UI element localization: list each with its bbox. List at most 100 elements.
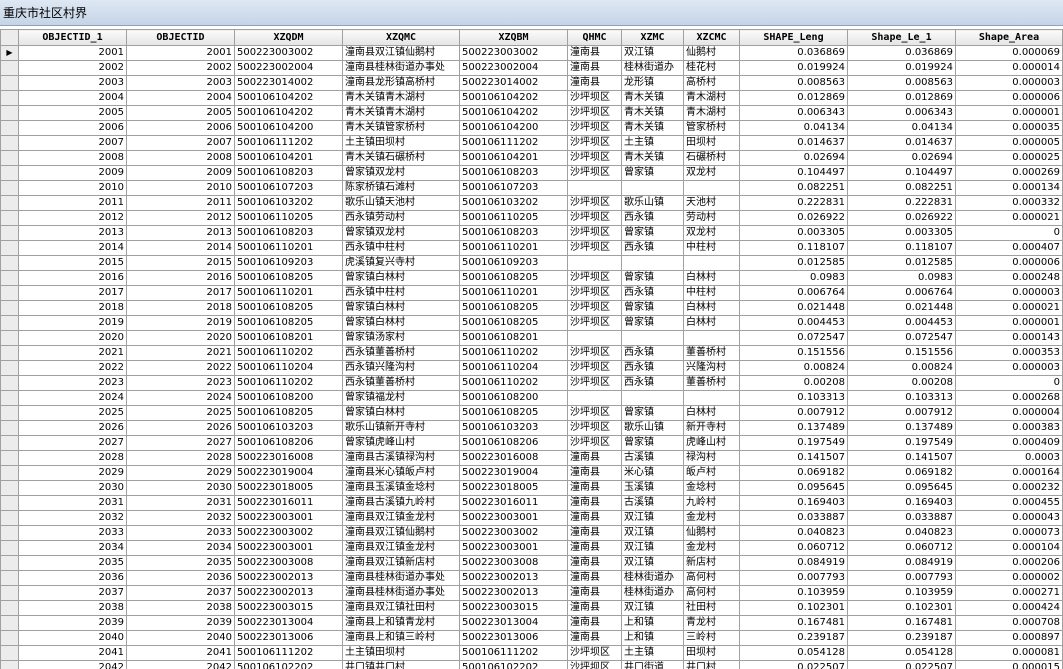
cell-shape-area[interactable]: 0.000004 bbox=[955, 405, 1063, 421]
row-selector[interactable] bbox=[0, 585, 19, 601]
cell-xzqbm[interactable]: 500223003008 bbox=[459, 555, 568, 571]
cell-objectid-1[interactable]: 2020 bbox=[18, 330, 127, 346]
cell-qhmc[interactable]: 沙坪坝区 bbox=[567, 165, 622, 181]
cell-qhmc[interactable]: 潼南县 bbox=[567, 615, 622, 631]
cell-xzqbm[interactable]: 500223003001 bbox=[459, 510, 568, 526]
cell-objectid[interactable]: 2037 bbox=[126, 585, 235, 601]
cell-xzcmc[interactable]: 双龙村 bbox=[683, 225, 740, 241]
cell-shape-le-1[interactable]: 0.060712 bbox=[847, 540, 956, 556]
cell-shape-leng[interactable]: 0.007912 bbox=[739, 405, 848, 421]
cell-shape-le-1[interactable]: 0.033887 bbox=[847, 510, 956, 526]
cell-xzqbm[interactable]: 500223002004 bbox=[459, 60, 568, 76]
cell-xzqmc[interactable]: 虎溪镇复兴寺村 bbox=[342, 255, 460, 271]
cell-objectid[interactable]: 2023 bbox=[126, 375, 235, 391]
cell-shape-area[interactable]: 0.000232 bbox=[955, 480, 1063, 496]
cell-xzmc[interactable]: 土主镇 bbox=[621, 135, 684, 151]
cell-xzqmc[interactable]: 潼南县上和镇青龙村 bbox=[342, 615, 460, 631]
cell-shape-leng[interactable]: 0.007793 bbox=[739, 570, 848, 586]
cell-shape-area[interactable]: 0.000005 bbox=[955, 135, 1063, 151]
cell-objectid[interactable]: 2035 bbox=[126, 555, 235, 571]
cell-xzmc[interactable] bbox=[621, 255, 684, 271]
cell-xzqbm[interactable]: 500223016008 bbox=[459, 450, 568, 466]
cell-objectid[interactable]: 2042 bbox=[126, 660, 235, 669]
cell-xzqbm[interactable]: 500106108203 bbox=[459, 165, 568, 181]
cell-xzmc[interactable]: 双江镇 bbox=[621, 555, 684, 571]
cell-shape-le-1[interactable]: 0.239187 bbox=[847, 630, 956, 646]
column-header-shape-le-1[interactable]: Shape_Le_1 bbox=[847, 29, 956, 46]
cell-xzcmc[interactable]: 金龙村 bbox=[683, 510, 740, 526]
cell-objectid-1[interactable]: 2032 bbox=[18, 510, 127, 526]
cell-xzqdm[interactable]: 500106104200 bbox=[234, 120, 343, 136]
cell-objectid[interactable]: 2020 bbox=[126, 330, 235, 346]
row-selector[interactable] bbox=[0, 660, 19, 669]
cell-shape-leng[interactable]: 0.054128 bbox=[739, 645, 848, 661]
cell-qhmc[interactable]: 潼南县 bbox=[567, 60, 622, 76]
cell-xzmc[interactable]: 青木关镇 bbox=[621, 120, 684, 136]
table-row[interactable]: 2024 2024 500106108200 曾家镇福龙村 500106108200 0.… bbox=[0, 390, 1063, 406]
row-selector[interactable] bbox=[0, 255, 19, 271]
cell-qhmc[interactable]: 潼南县 bbox=[567, 585, 622, 601]
cell-shape-leng[interactable]: 0.151556 bbox=[739, 345, 848, 361]
cell-shape-le-1[interactable]: 0.084919 bbox=[847, 555, 956, 571]
cell-shape-le-1[interactable]: 0.082251 bbox=[847, 180, 956, 196]
cell-shape-leng[interactable]: 0.082251 bbox=[739, 180, 848, 196]
cell-objectid-1[interactable]: 2029 bbox=[18, 465, 127, 481]
cell-qhmc[interactable]: 沙坪坝区 bbox=[567, 645, 622, 661]
cell-qhmc[interactable]: 潼南县 bbox=[567, 75, 622, 91]
row-selector[interactable] bbox=[0, 165, 19, 181]
cell-objectid-1[interactable]: 2028 bbox=[18, 450, 127, 466]
cell-xzqbm[interactable]: 500223016011 bbox=[459, 495, 568, 511]
cell-xzcmc[interactable] bbox=[683, 330, 740, 346]
cell-shape-leng[interactable]: 0.026922 bbox=[739, 210, 848, 226]
cell-qhmc[interactable]: 沙坪坝区 bbox=[567, 375, 622, 391]
row-selector[interactable] bbox=[0, 120, 19, 136]
table-row[interactable]: 2033 2033 500223003002 潼南县双江镇仙鹅村 50022300300… bbox=[0, 525, 1063, 541]
cell-xzqdm[interactable]: 500106111202 bbox=[234, 135, 343, 151]
table-row[interactable]: 2012 2012 500106110205 西永镇劳动村 500106110205 沙坪… bbox=[0, 210, 1063, 226]
cell-xzqbm[interactable]: 500106108206 bbox=[459, 435, 568, 451]
cell-xzcmc[interactable]: 九岭村 bbox=[683, 495, 740, 511]
cell-xzqmc[interactable]: 曾家镇双龙村 bbox=[342, 225, 460, 241]
cell-xzqmc[interactable]: 潼南县双江镇新店村 bbox=[342, 555, 460, 571]
cell-objectid[interactable]: 2019 bbox=[126, 315, 235, 331]
cell-qhmc[interactable]: 潼南县 bbox=[567, 600, 622, 616]
cell-xzcmc[interactable]: 禄沟村 bbox=[683, 450, 740, 466]
cell-shape-le-1[interactable]: 0.069182 bbox=[847, 465, 956, 481]
cell-xzmc[interactable]: 青木关镇 bbox=[621, 90, 684, 106]
cell-objectid-1[interactable]: 2017 bbox=[18, 285, 127, 301]
cell-xzqmc[interactable]: 曾家镇汤家村 bbox=[342, 330, 460, 346]
cell-shape-leng[interactable]: 0.019924 bbox=[739, 60, 848, 76]
cell-shape-le-1[interactable]: 0.00208 bbox=[847, 375, 956, 391]
cell-objectid-1[interactable]: 2015 bbox=[18, 255, 127, 271]
cell-shape-le-1[interactable]: 0.007793 bbox=[847, 570, 956, 586]
cell-xzqmc[interactable]: 曾家镇白林村 bbox=[342, 270, 460, 286]
table-row[interactable]: 2002 2002 500223002004 潼南县桂林街道办事处 5002230020… bbox=[0, 60, 1063, 76]
cell-objectid[interactable]: 2027 bbox=[126, 435, 235, 451]
table-row[interactable]: ▶ 2001 2001 500223003002 潼南县双江镇仙鹅村 5002230030… bbox=[0, 45, 1063, 61]
cell-objectid-1[interactable]: 2030 bbox=[18, 480, 127, 496]
cell-objectid-1[interactable]: 2005 bbox=[18, 105, 127, 121]
cell-xzqdm[interactable]: 500106110205 bbox=[234, 210, 343, 226]
row-selector[interactable] bbox=[0, 90, 19, 106]
cell-xzqdm[interactable]: 500223016008 bbox=[234, 450, 343, 466]
cell-xzqdm[interactable]: 500223003002 bbox=[234, 525, 343, 541]
table-row[interactable]: 2038 2038 500223003015 潼南县双江镇社田村 50022300301… bbox=[0, 600, 1063, 616]
cell-xzqmc[interactable]: 潼南县桂林街道办事处 bbox=[342, 570, 460, 586]
cell-xzmc[interactable]: 桂林街道办 bbox=[621, 60, 684, 76]
cell-shape-leng[interactable]: 0.040823 bbox=[739, 525, 848, 541]
cell-xzcmc[interactable]: 中柱村 bbox=[683, 240, 740, 256]
cell-xzcmc[interactable]: 董善桥村 bbox=[683, 345, 740, 361]
cell-xzcmc[interactable] bbox=[683, 390, 740, 406]
cell-xzqbm[interactable]: 500223003002 bbox=[459, 45, 568, 61]
cell-qhmc[interactable]: 沙坪坝区 bbox=[567, 300, 622, 316]
cell-xzqmc[interactable]: 潼南县古溪镇九岭村 bbox=[342, 495, 460, 511]
cell-xzqmc[interactable]: 曾家镇白林村 bbox=[342, 405, 460, 421]
cell-shape-le-1[interactable]: 0.007912 bbox=[847, 405, 956, 421]
table-row[interactable]: 2023 2023 500106110202 西永镇董善桥村 500106110202 沙… bbox=[0, 375, 1063, 391]
cell-objectid-1[interactable]: 2011 bbox=[18, 195, 127, 211]
cell-xzqdm[interactable]: 500106111202 bbox=[234, 645, 343, 661]
cell-objectid-1[interactable]: 2021 bbox=[18, 345, 127, 361]
row-selector[interactable] bbox=[0, 285, 19, 301]
cell-shape-area[interactable]: 0.000897 bbox=[955, 630, 1063, 646]
cell-qhmc[interactable]: 沙坪坝区 bbox=[567, 360, 622, 376]
